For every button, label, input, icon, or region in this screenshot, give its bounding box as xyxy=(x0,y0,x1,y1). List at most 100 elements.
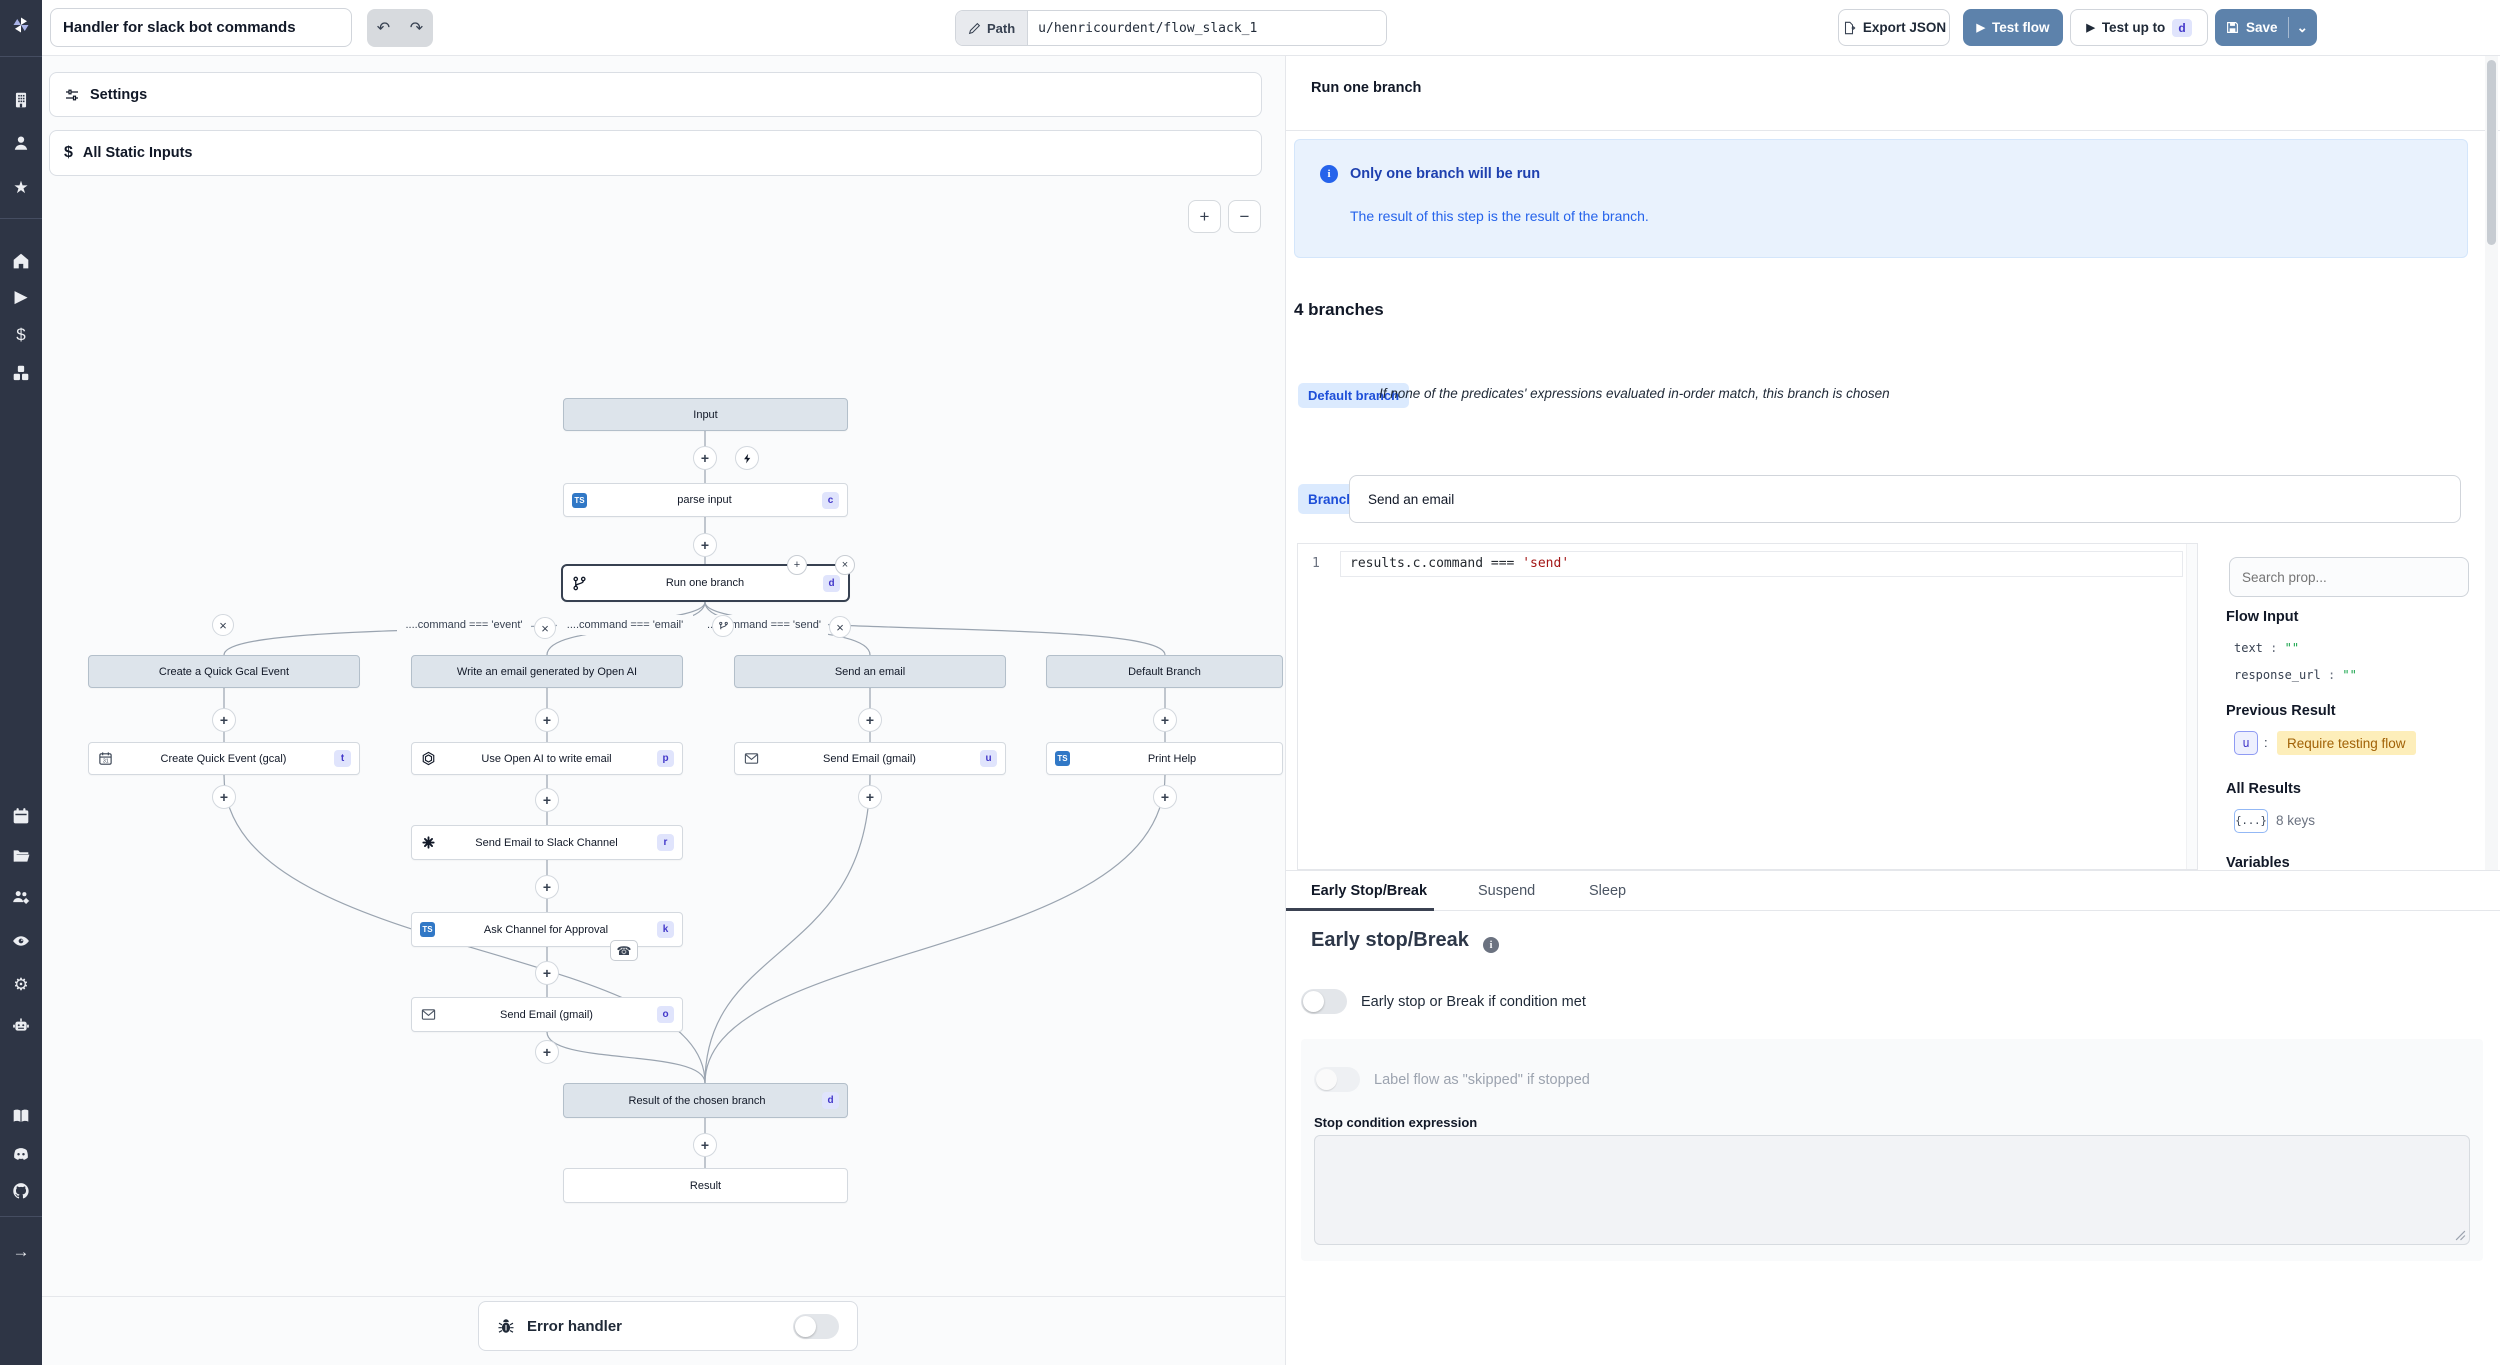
search-prop-input[interactable] xyxy=(2229,557,2469,597)
tab-bar: Early Stop/Break Suspend Sleep xyxy=(1286,871,2500,911)
github-icon[interactable] xyxy=(10,1180,32,1202)
object-badge[interactable]: {...} xyxy=(2234,809,2268,833)
schedules-calendar-icon[interactable] xyxy=(10,805,32,827)
delete-branch-button[interactable]: × xyxy=(534,617,556,639)
flow-title-input[interactable] xyxy=(50,8,352,47)
branch-header-default[interactable]: Default Branch xyxy=(1046,655,1283,688)
add-step-button[interactable]: + xyxy=(693,1133,717,1157)
add-step-button[interactable]: + xyxy=(535,961,559,985)
add-step-button[interactable]: + xyxy=(535,788,559,812)
save-dropdown-button[interactable]: ⌄ xyxy=(2289,10,2316,45)
branch-header-event[interactable]: Create a Quick Gcal Event xyxy=(88,655,360,688)
typescript-icon: TS xyxy=(1055,751,1070,766)
add-step-button[interactable]: + xyxy=(693,533,717,557)
audit-eye-icon[interactable] xyxy=(10,930,32,952)
prop-row-response-url[interactable]: response_url : "" xyxy=(2234,668,2357,682)
flow-node-run-one-branch[interactable]: Run one branch d xyxy=(561,564,850,602)
favorites-star-icon[interactable]: ★ xyxy=(10,177,32,199)
info-icon[interactable]: i xyxy=(1483,937,1499,953)
flow-node-input[interactable]: Input xyxy=(563,398,848,431)
tab-sleep[interactable]: Sleep xyxy=(1589,883,1626,899)
move-node-button[interactable]: + xyxy=(787,555,807,575)
branch-header-send[interactable]: Send an email xyxy=(734,655,1006,688)
settings-gear-icon[interactable]: ⚙ xyxy=(10,974,32,996)
path-label[interactable]: Path xyxy=(956,11,1028,45)
user-icon[interactable] xyxy=(10,132,32,154)
add-step-button[interactable]: + xyxy=(1153,708,1177,732)
flow-node-gmail-send[interactable]: Send Email (gmail) u xyxy=(734,742,1006,775)
tab-suspend[interactable]: Suspend xyxy=(1478,883,1535,899)
tab-early-stop-break[interactable]: Early Stop/Break xyxy=(1311,883,1427,899)
windmill-flow-editor: ★ ▶ $ ⚙ xyxy=(0,0,2500,1365)
flow-node-branch-result[interactable]: Result of the chosen branch d xyxy=(563,1083,848,1118)
add-step-button[interactable]: + xyxy=(212,785,236,809)
test-up-to-button[interactable]: ▶ Test up to d xyxy=(2070,9,2208,46)
add-step-button[interactable]: + xyxy=(535,875,559,899)
predicate-code-editor[interactable]: 1 results.c.command === 'send' xyxy=(1297,543,2198,870)
early-stop-subpanel: Label flow as "skipped" if stopped Stop … xyxy=(1301,1039,2483,1261)
prev-step-badge[interactable]: u xyxy=(2234,731,2258,755)
keys-count: 8 keys xyxy=(2276,813,2315,828)
windmill-logo-icon[interactable] xyxy=(10,14,32,36)
trigger-bolt-button[interactable] xyxy=(735,446,759,470)
flow-node-openai[interactable]: Use Open AI to write email p xyxy=(411,742,683,775)
flow-node-parse-input[interactable]: TS parse input c xyxy=(563,483,848,517)
flow-node-print-help[interactable]: TS Print Help xyxy=(1046,742,1283,775)
add-step-button[interactable]: + xyxy=(212,708,236,732)
add-step-button[interactable]: + xyxy=(693,446,717,470)
ai-robot-icon[interactable] xyxy=(10,1014,32,1036)
error-handler-box[interactable]: Error handler xyxy=(478,1301,858,1351)
flow-node-gcal[interactable]: 31 Create Quick Event (gcal) t xyxy=(88,742,360,775)
sidebar-divider xyxy=(0,1216,42,1217)
delete-branch-button[interactable]: × xyxy=(212,614,234,636)
editor-scrollbar[interactable] xyxy=(2186,544,2197,869)
early-stop-toggle[interactable] xyxy=(1301,989,1347,1014)
test-flow-button[interactable]: ▶ Test flow xyxy=(1963,9,2063,46)
branch-header-email[interactable]: Write an email generated by Open AI xyxy=(411,655,683,688)
branch-predicate-label[interactable]: ....command === 'email' xyxy=(557,615,693,635)
path-input[interactable] xyxy=(1028,11,1386,45)
flow-node-approval[interactable]: TS Ask Channel for Approval k xyxy=(411,912,683,947)
branch-predicate-label[interactable]: ....command === 'event' xyxy=(397,615,531,635)
collapse-arrow-icon[interactable]: → xyxy=(10,1241,32,1263)
scrollbar-thumb[interactable] xyxy=(2487,60,2496,245)
save-button[interactable]: Save xyxy=(2216,10,2288,45)
export-json-button[interactable]: Export JSON xyxy=(1838,9,1950,46)
export-icon xyxy=(1842,21,1856,35)
delete-branch-button[interactable]: × xyxy=(829,616,851,638)
stop-condition-label: Stop condition expression xyxy=(1314,1115,1477,1130)
pencil-icon xyxy=(968,22,981,35)
add-step-button[interactable]: + xyxy=(535,708,559,732)
groups-icon[interactable] xyxy=(10,886,32,908)
docs-book-icon[interactable] xyxy=(10,1105,32,1127)
stop-condition-textarea[interactable] xyxy=(1314,1135,2470,1245)
resources-cubes-icon[interactable] xyxy=(10,362,32,384)
flow-node-result[interactable]: Result xyxy=(563,1168,848,1203)
prop-row-text[interactable]: text : "" xyxy=(2234,641,2299,655)
add-step-button[interactable]: + xyxy=(858,708,882,732)
add-step-button[interactable]: + xyxy=(858,785,882,809)
delete-node-button[interactable]: × xyxy=(835,555,855,575)
flow-settings-panel: Early Stop/Break Suspend Sleep Early sto… xyxy=(1285,870,2500,1365)
info-title: Only one branch will be run xyxy=(1350,166,1540,182)
undo-icon[interactable]: ↶ xyxy=(377,18,390,38)
folders-icon[interactable] xyxy=(10,845,32,867)
add-step-button[interactable]: + xyxy=(535,1040,559,1064)
early-stop-toggle-label: Early stop or Break if condition met xyxy=(1361,994,1586,1010)
error-handler-toggle[interactable] xyxy=(793,1314,839,1339)
move-branch-button[interactable] xyxy=(712,615,734,637)
resize-handle-icon[interactable] xyxy=(2455,1230,2466,1241)
variables-dollar-icon[interactable]: $ xyxy=(10,324,32,346)
workspace-icon[interactable] xyxy=(10,89,32,111)
home-icon[interactable] xyxy=(10,250,32,272)
flow-node-slack-channel[interactable]: Send Email to Slack Channel r xyxy=(411,825,683,860)
redo-icon[interactable]: ↷ xyxy=(410,18,423,38)
discord-icon[interactable] xyxy=(10,1143,32,1165)
skipped-toggle[interactable] xyxy=(1314,1067,1360,1092)
suspend-phone-icon[interactable]: ☎ xyxy=(610,940,638,961)
runs-play-icon[interactable]: ▶ xyxy=(10,286,32,308)
flow-node-gmail-send2[interactable]: Send Email (gmail) o xyxy=(411,997,683,1032)
add-step-button[interactable]: + xyxy=(1153,785,1177,809)
branch1-summary-input[interactable] xyxy=(1349,475,2461,523)
scrollbar-track[interactable] xyxy=(2485,56,2498,870)
